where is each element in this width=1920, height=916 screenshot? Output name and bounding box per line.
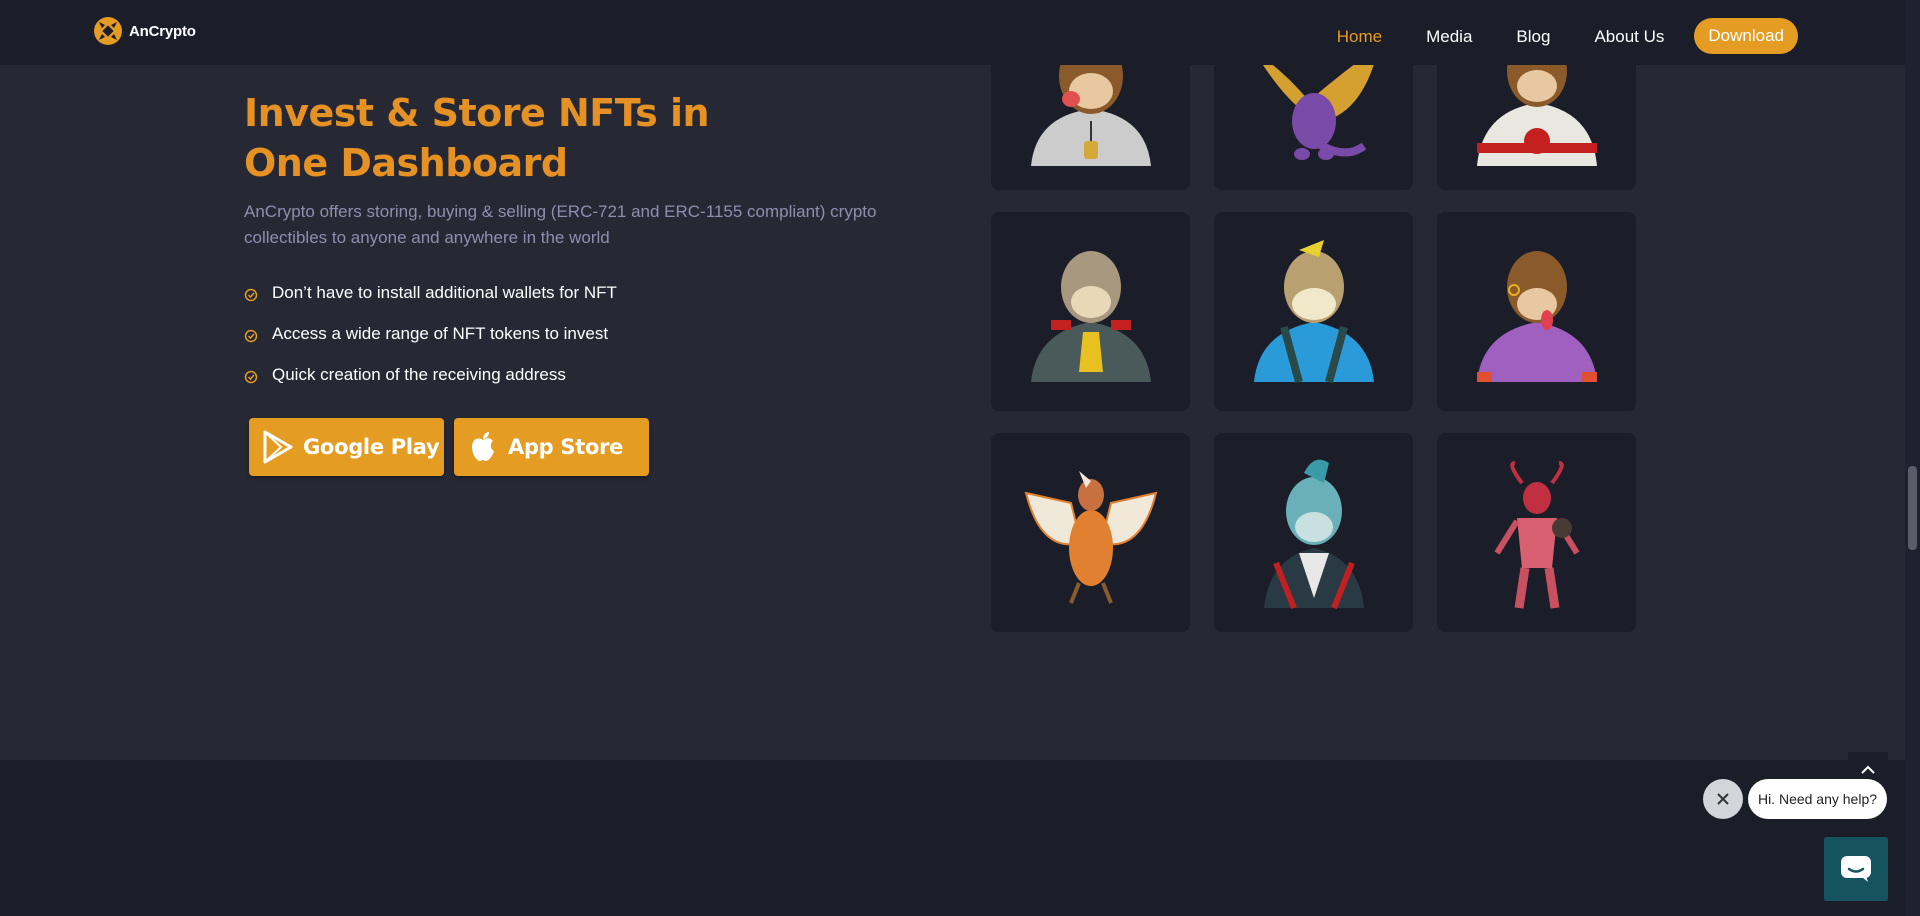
app-store-button[interactable]: App Store [454, 418, 649, 476]
scrollbar-thumb[interactable] [1908, 466, 1917, 550]
feature-text: Don’t have to install additional wallets… [272, 282, 617, 302]
ape-icon [1031, 251, 1151, 382]
chat-close-button[interactable] [1703, 779, 1743, 819]
ape-icon [1264, 459, 1364, 610]
ape-icon [1477, 251, 1597, 382]
nav-about-us[interactable]: About Us [1594, 27, 1664, 47]
hero-description: AnCrypto offers storing, buying & sellin… [244, 202, 877, 247]
chat-icon [1841, 856, 1871, 882]
nft-card-ape-blue-overalls[interactable] [1214, 212, 1413, 411]
logo[interactable]: AnCrypto [93, 16, 196, 46]
nft-card-ape-purple-shirt[interactable] [1437, 212, 1636, 411]
bird-icon [1024, 471, 1158, 604]
download-button[interactable]: Download [1694, 18, 1798, 54]
check-circle-icon [244, 370, 258, 383]
nft-card-orange-bird[interactable] [991, 433, 1190, 632]
nft-card-ape-punk[interactable] [1214, 433, 1413, 632]
google-play-button[interactable]: Google Play [249, 418, 444, 476]
demon-icon [1494, 461, 1580, 609]
google-play-label: Google Play [303, 435, 440, 459]
logo-icon [94, 17, 122, 45]
feature-text: Access a wide range of NFT tokens to inv… [272, 323, 609, 343]
nft-card-red-demon[interactable] [1437, 433, 1636, 632]
feature-item: Don’t have to install additional wallets… [244, 272, 617, 313]
nft-card-ape-military[interactable] [991, 212, 1190, 411]
feature-item: Access a wide range of NFT tokens to inv… [244, 313, 617, 354]
ape-icon [1254, 240, 1374, 384]
nav-home[interactable]: Home [1337, 27, 1382, 47]
nav-media[interactable]: Media [1426, 27, 1472, 47]
footer-section [0, 760, 1905, 916]
feature-list: Don’t have to install additional wallets… [244, 272, 617, 395]
feature-item: Quick creation of the receiving address [244, 354, 617, 395]
hero-title: Invest & Store NFTs in One Dashboard [244, 91, 710, 185]
feature-text: Quick creation of the receiving address [272, 364, 566, 384]
chevron-up-icon [1861, 765, 1875, 774]
chat-launcher-button[interactable] [1824, 837, 1888, 901]
top-navbar: AnCrypto Home Media Blog About Us Downlo… [0, 0, 1905, 65]
close-icon [1717, 793, 1729, 805]
nav-blog[interactable]: Blog [1516, 27, 1550, 47]
chat-greeting[interactable]: Hi. Need any help? [1748, 779, 1887, 819]
page-scrollbar[interactable] [1905, 0, 1920, 916]
main-nav: Home Media Blog About Us Download [1293, 18, 1798, 54]
check-circle-icon [244, 329, 258, 342]
app-store-label: App Store [508, 435, 624, 459]
google-play-icon [263, 430, 293, 464]
check-circle-icon [244, 288, 258, 301]
apple-icon [472, 432, 494, 461]
logo-text: AnCrypto [129, 22, 196, 40]
